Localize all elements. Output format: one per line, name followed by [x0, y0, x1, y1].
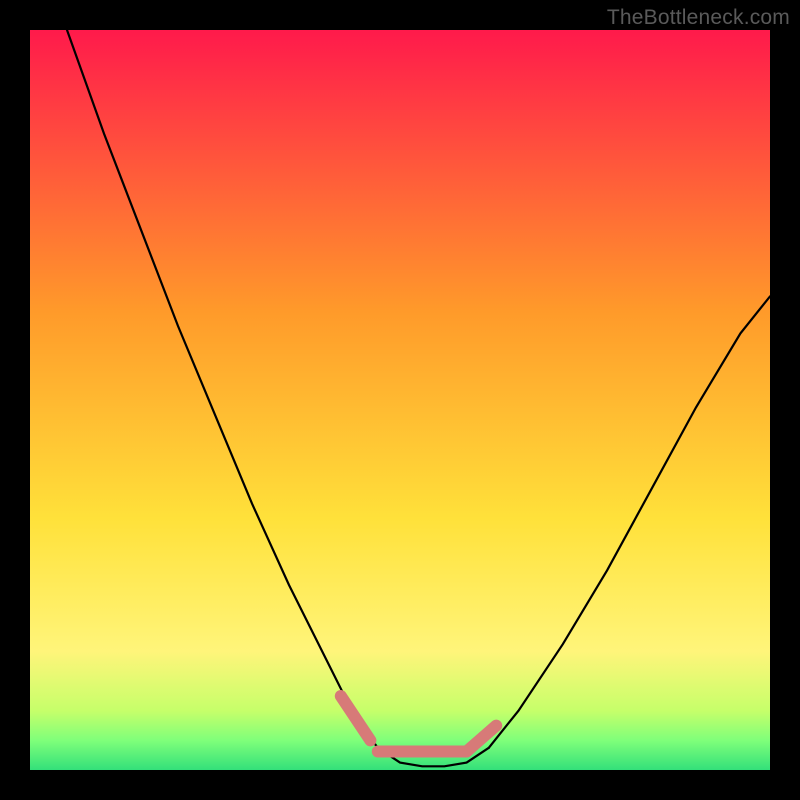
watermark-text: TheBottleneck.com [607, 6, 790, 30]
frame: TheBottleneck.com [0, 0, 800, 800]
curve-left-branch [67, 30, 378, 748]
highlight-segment-right [467, 726, 497, 752]
curve-right-branch [489, 296, 770, 747]
plot-area [30, 30, 770, 770]
highlight-segment-left [341, 696, 371, 740]
curve-layer [30, 30, 770, 770]
